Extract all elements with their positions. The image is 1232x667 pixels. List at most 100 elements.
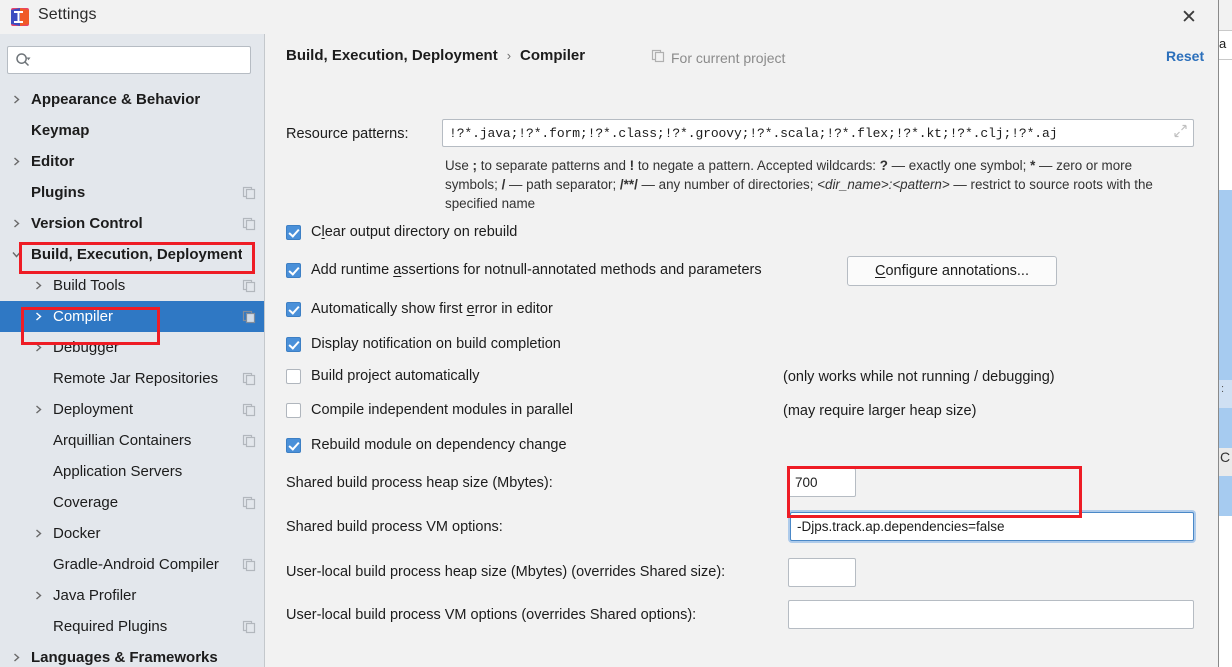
checkbox-display-notification-on-build-completion[interactable]: [286, 336, 301, 352]
checkbox-note-compile-independent-modules-in-parallel: (may require larger heap size): [783, 403, 977, 419]
copy-settings-icon: [242, 186, 256, 200]
sidebar-item-java-profiler[interactable]: Java Profiler: [0, 580, 264, 611]
copy-settings-icon: [242, 527, 256, 541]
userlocal-heap-input[interactable]: [795, 559, 849, 586]
chevron-right-icon[interactable]: [9, 651, 23, 665]
checkbox-note-build-project-automatically: (only works while not running / debuggin…: [783, 369, 1055, 385]
userlocal-heap-field[interactable]: [788, 558, 856, 587]
checkbox-row-build-project-automatically[interactable]: Build project automatically: [286, 368, 479, 384]
chevron-right-icon[interactable]: [9, 155, 23, 169]
chevron-right-icon[interactable]: [31, 279, 45, 293]
sidebar-item-editor[interactable]: Editor: [0, 146, 264, 177]
chevron-down-icon[interactable]: [9, 248, 23, 262]
checkbox-add-runtime-assertions[interactable]: [286, 262, 301, 278]
copy-settings-icon: [242, 124, 256, 138]
shared-heap-label: Shared build process heap size (Mbytes):: [286, 475, 553, 491]
chevron-right-icon[interactable]: [31, 589, 45, 603]
background-ellipsis-marker: :: [1221, 383, 1225, 395]
search-box[interactable]: [7, 46, 251, 74]
configure-annotations-button[interactable]: Configure annotations...: [847, 256, 1057, 286]
sidebar-item-label: Keymap: [31, 122, 90, 139]
search-icon: [15, 52, 31, 68]
chevron-right-icon[interactable]: [31, 527, 45, 541]
breadcrumb: Build, Execution, Deployment › Compiler: [286, 47, 585, 64]
help-part-6: — path separator;: [505, 177, 620, 192]
resource-patterns-input[interactable]: [449, 120, 1187, 146]
checkbox-row-automatically-show-first-error[interactable]: Automatically show first error in editor: [286, 301, 553, 317]
breadcrumb-separator-icon: ›: [506, 48, 512, 63]
checkbox-row-add-runtime-assertions[interactable]: Add runtime assertions for notnull-annot…: [286, 262, 762, 278]
sidebar-item-arquillian-containers[interactable]: Arquillian Containers: [0, 425, 264, 456]
sidebar-item-deployment[interactable]: Deployment: [0, 394, 264, 425]
sidebar-item-keymap[interactable]: Keymap: [0, 115, 264, 146]
sidebar-item-plugins[interactable]: Plugins: [0, 177, 264, 208]
userlocal-vm-options-field[interactable]: [788, 600, 1194, 629]
background-editor-area: [1219, 60, 1232, 190]
chevron-right-icon[interactable]: [31, 310, 45, 324]
chevron-right-icon[interactable]: [31, 403, 45, 417]
sidebar-item-label: Build, Execution, Deployment: [31, 246, 242, 263]
sidebar-item-build-execution-deployment[interactable]: Build, Execution, Deployment: [0, 239, 264, 270]
copy-settings-icon: [242, 589, 256, 603]
sidebar-item-docker[interactable]: Docker: [0, 518, 264, 549]
search-input[interactable]: [31, 51, 250, 69]
sidebar-item-label: Application Servers: [53, 463, 183, 480]
sidebar-item-debugger[interactable]: Debugger: [0, 332, 264, 363]
checkbox-clear-output-directory-on-rebuild[interactable]: [286, 224, 301, 240]
settings-tree: Appearance & Behavior Keymap Editor Plugins…: [0, 84, 264, 667]
shared-heap-field[interactable]: [788, 468, 856, 497]
checkbox-label-display-notification-on-build-completion: Display notification on build completion: [311, 336, 561, 352]
sidebar-item-label: Plugins: [31, 184, 86, 201]
sidebar-item-coverage[interactable]: Coverage: [0, 487, 264, 518]
checkbox-row-rebuild-module-on-dependency-change[interactable]: Rebuild module on dependency change: [286, 437, 567, 453]
sidebar-item-build-tools[interactable]: Build Tools: [0, 270, 264, 301]
checkbox-rebuild-module-on-dependency-change[interactable]: [286, 437, 301, 453]
sidebar-item-application-servers[interactable]: Application Servers: [0, 456, 264, 487]
reset-button[interactable]: Reset: [1166, 48, 1204, 64]
sidebar-item-gradle-android-compiler[interactable]: Gradle-Android Compiler: [0, 549, 264, 580]
copy-settings-icon: [242, 465, 256, 479]
checkbox-row-compile-independent-modules-in-parallel[interactable]: Compile independent modules in parallel: [286, 402, 573, 418]
copy-settings-icon: [242, 217, 256, 231]
sidebar-item-appearance-behavior[interactable]: Appearance & Behavior: [0, 84, 264, 115]
chevron-right-icon[interactable]: [9, 217, 23, 231]
sidebar-item-languages-frameworks[interactable]: Languages & Frameworks: [0, 642, 264, 667]
background-lower-area: [1219, 516, 1232, 667]
shared-heap-input[interactable]: [795, 469, 849, 496]
chevron-right-icon[interactable]: [9, 93, 23, 107]
for-current-project-label: For current project: [671, 49, 786, 66]
copy-settings-icon: [242, 558, 256, 572]
resource-patterns-field[interactable]: [442, 119, 1194, 147]
checkbox-row-clear-output-directory-on-rebuild[interactable]: Clear output directory on rebuild: [286, 224, 517, 240]
sidebar-item-remote-jar-repositories[interactable]: Remote Jar Repositories: [0, 363, 264, 394]
userlocal-vm-options-input[interactable]: [795, 601, 1187, 628]
sidebar-item-label: Remote Jar Repositories: [53, 370, 219, 387]
userlocal-heap-label: User-local build process heap size (Mbyt…: [286, 564, 726, 580]
chevron-right-icon[interactable]: [31, 341, 45, 355]
expand-arrows-icon[interactable]: [1174, 124, 1187, 142]
close-icon[interactable]: ✕: [1172, 4, 1206, 30]
checkbox-compile-independent-modules-in-parallel[interactable]: [286, 402, 301, 418]
breadcrumb-parent[interactable]: Build, Execution, Deployment: [286, 47, 498, 64]
copy-project-icon: [651, 49, 665, 66]
sidebar-item-required-plugins[interactable]: Required Plugins: [0, 611, 264, 642]
shared-vm-options-field[interactable]: [790, 512, 1194, 541]
checkbox-row-display-notification-on-build-completion[interactable]: Display notification on build completion: [286, 336, 561, 352]
settings-dialog-screen: a : C Settings ✕ Appearance & Behavior K…: [0, 0, 1232, 667]
background-selection-block-1: [1219, 190, 1232, 380]
background-tab-label: a: [1219, 36, 1227, 51]
intellij-idea-icon: [10, 7, 30, 27]
background-selection-block-5: [1219, 476, 1232, 516]
sidebar-item-version-control[interactable]: Version Control: [0, 208, 264, 239]
checkbox-automatically-show-first-error[interactable]: [286, 301, 301, 317]
help-italic-1: <dir_name>:<pattern>: [817, 177, 950, 192]
shared-vm-options-label: Shared build process VM options:: [286, 519, 503, 535]
shared-vm-options-input[interactable]: [797, 513, 1187, 540]
checkbox-build-project-automatically[interactable]: [286, 368, 301, 384]
sidebar-item-compiler[interactable]: Compiler: [0, 301, 264, 332]
checkbox-label-compile-independent-modules-in-parallel: Compile independent modules in parallel: [311, 402, 573, 418]
copy-settings-icon: [242, 496, 256, 510]
